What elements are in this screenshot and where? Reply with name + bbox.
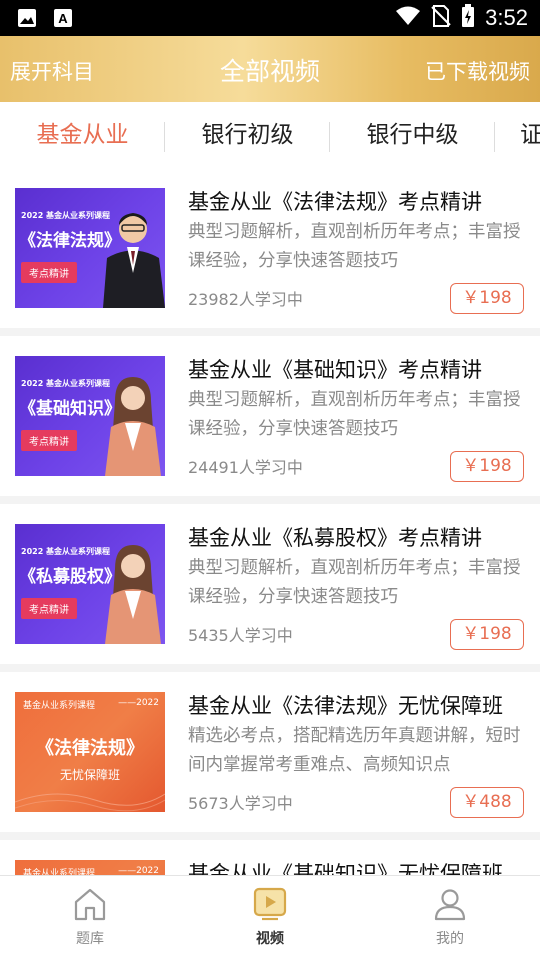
price-button[interactable]: ￥488 (450, 787, 524, 818)
learner-count: 23982人学习中 (188, 290, 303, 309)
course-title: 基金从业《基础知识》考点精讲 (188, 358, 482, 382)
course-thumbnail[interactable]: 2022 基金从业系列课程 《基础知识》 考点精讲 (15, 356, 165, 476)
learner-count: 5435人学习中 (188, 626, 293, 645)
thumb-year: ——2022 (118, 866, 159, 875)
wifi-icon (395, 5, 421, 31)
learner-count: 5673人学习中 (188, 794, 293, 813)
nav-video[interactable]: 视频 (220, 886, 320, 948)
text-app-icon: A (52, 7, 74, 29)
course-title: 基金从业《私募股权》考点精讲 (188, 526, 482, 550)
nav-label: 视频 (256, 931, 284, 947)
learner-count: 24491人学习中 (188, 458, 303, 477)
thumb-year: ——2022 (118, 698, 159, 708)
tab-divider (494, 122, 495, 152)
course-description: 典型习题解析，直观剖析历年考点；丰富授课经验，分享快速答题技巧 (188, 558, 521, 607)
nav-label: 我的 (436, 931, 464, 947)
svg-text:A: A (58, 11, 68, 26)
tab-bank-junior[interactable]: 银行初级 (165, 102, 330, 168)
tab-securities[interactable]: 证 (520, 102, 540, 168)
thumb-tag: 考点精讲 (21, 598, 77, 619)
user-icon (434, 889, 466, 921)
price-button[interactable]: ￥198 (450, 619, 524, 650)
downloaded-videos-button[interactable]: 已下载视频 (425, 56, 530, 86)
course-title: 基金从业《法律法规》无忧保障班 (188, 694, 503, 718)
thumb-tag: 考点精讲 (21, 262, 77, 283)
status-bar: A 3:52 (0, 0, 540, 36)
course-thumbnail[interactable]: 基金从业系列课程 ——2022 《法律法规》 无忧保障班 (15, 692, 165, 812)
nav-question-bank[interactable]: 题库 (40, 886, 140, 948)
course-thumbnail[interactable]: 基金从业系列课程 ——2022 (15, 860, 165, 875)
nav-label: 题库 (76, 931, 104, 947)
decorative-wave (15, 793, 165, 812)
tab-bank-intermediate[interactable]: 银行中级 (330, 102, 495, 168)
teacher-photo (105, 545, 161, 644)
subject-tabs: 基金从业 银行初级 银行中级 证 (0, 102, 540, 168)
course-title: 基金从业《法律法规》考点精讲 (188, 190, 482, 214)
course-list: 2022 基金从业系列课程 《法律法规》 考点精讲 基金从业《法律法规》考点精讲… (0, 168, 540, 875)
tab-fund[interactable]: 基金从业 (0, 102, 165, 168)
course-thumbnail[interactable]: 2022 基金从业系列课程 《私募股权》 考点精讲 (15, 524, 165, 644)
course-card[interactable]: 基金从业系列课程 ——2022 基金从业《基础知识》无忧保障班 (0, 840, 540, 875)
no-sim-icon (431, 4, 451, 32)
teacher-photo (103, 213, 165, 308)
thumb-subtitle: 无忧保障班 (59, 768, 120, 782)
gallery-icon (16, 7, 38, 29)
home-icon (74, 888, 106, 921)
course-title: 基金从业《基础知识》无忧保障班 (188, 862, 503, 875)
course-thumbnail[interactable]: 2022 基金从业系列课程 《法律法规》 考点精讲 (15, 188, 165, 308)
course-description: 精选必考点，搭配精选历年真题讲解，短时间内掌握常考重难点、高频知识点 (188, 726, 521, 775)
clock: 3:52 (485, 5, 528, 30)
course-card[interactable]: 2022 基金从业系列课程 《法律法规》 考点精讲 基金从业《法律法规》考点精讲… (0, 168, 540, 328)
course-card[interactable]: 2022 基金从业系列课程 《基础知识》 考点精讲 基金从业《基础知识》考点精讲… (0, 336, 540, 496)
thumb-series: 基金从业系列课程 (23, 869, 96, 875)
teacher-photo (105, 377, 161, 476)
price-button[interactable]: ￥198 (450, 451, 524, 482)
course-card[interactable]: 基金从业系列课程 ——2022 《法律法规》 无忧保障班 基金从业《法律法规》无… (0, 672, 540, 832)
video-play-icon (253, 887, 287, 921)
battery-charging-icon (461, 4, 475, 32)
thumb-series: 基金从业系列课程 (23, 701, 96, 711)
thumb-subject: 《法律法规》 (36, 738, 144, 759)
bottom-nav: 题库 视频 我的 (0, 875, 540, 960)
course-card[interactable]: 2022 基金从业系列课程 《私募股权》 考点精讲 基金从业《私募股权》考点精讲… (0, 504, 540, 664)
thumb-tag: 考点精讲 (21, 430, 77, 451)
course-description: 典型习题解析，直观剖析历年考点；丰富授课经验，分享快速答题技巧 (188, 222, 521, 271)
price-button[interactable]: ￥198 (450, 283, 524, 314)
nav-mine[interactable]: 我的 (400, 886, 500, 948)
course-description: 典型习题解析，直观剖析历年考点；丰富授课经验，分享快速答题技巧 (188, 390, 521, 439)
app-header: 展开科目 全部视频 已下载视频 (0, 36, 540, 102)
